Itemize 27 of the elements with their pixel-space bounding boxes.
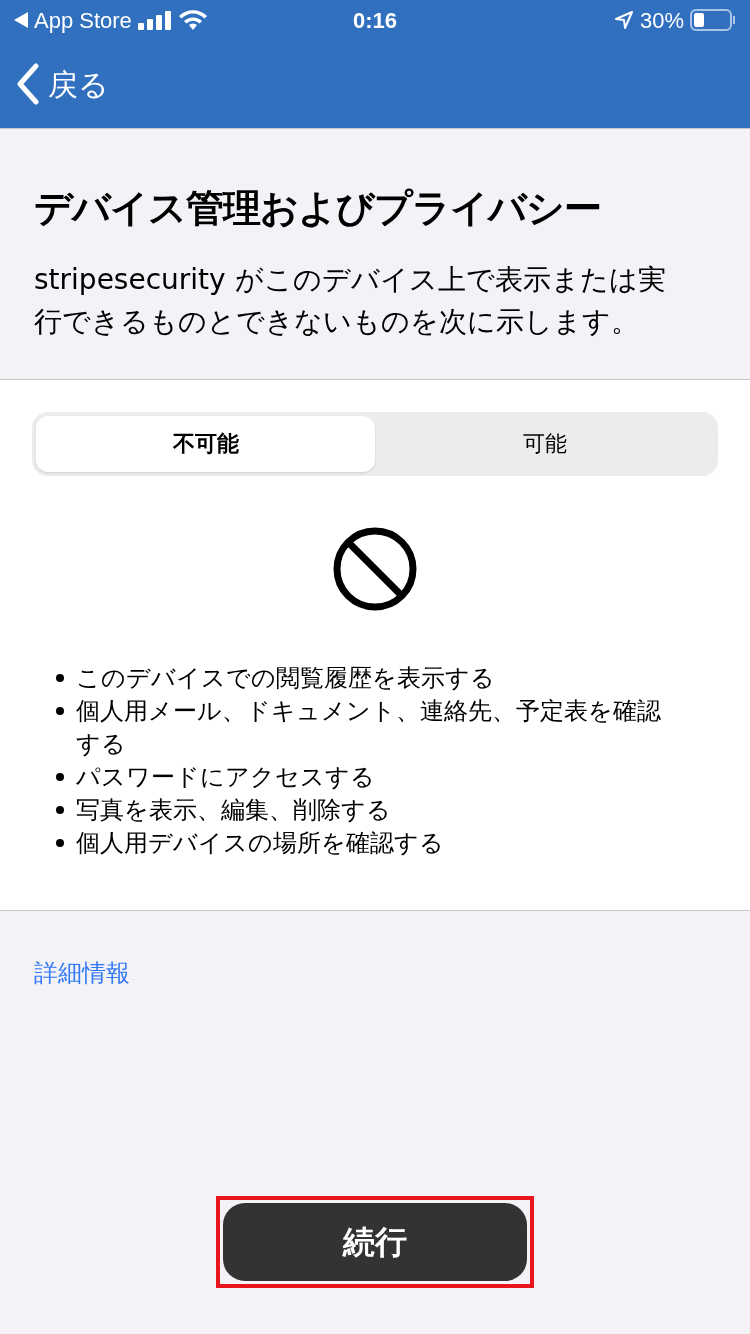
bullet-icon	[56, 674, 64, 682]
more-info-link[interactable]: 詳細情報	[34, 958, 130, 987]
bullet-icon	[56, 839, 64, 847]
signal-icon	[137, 10, 172, 30]
back-triangle-icon	[14, 12, 28, 28]
capability-item: 個人用メール、ドキュメント、連絡先、予定表を確認する	[76, 695, 662, 760]
capability-item: パスワードにアクセスする	[76, 761, 375, 793]
chevron-left-icon	[16, 63, 40, 105]
back-app-label[interactable]: App Store	[34, 3, 132, 37]
capability-item: このデバイスでの閲覧履歴を表示する	[76, 662, 495, 694]
capability-item: 個人用デバイスの場所を確認する	[76, 827, 444, 859]
clock-time: 0:16	[351, 6, 398, 35]
description-text: stripesecurity がこのデバイス上で表示または実行できるものとできないものを次に示します。	[34, 261, 667, 340]
capability-item: 写真を表示、編集、削除する	[76, 794, 391, 826]
battery-icon	[690, 9, 736, 31]
bullet-icon	[56, 773, 64, 781]
back-button[interactable]: 戻る	[16, 61, 109, 107]
bullet-icon	[56, 707, 64, 715]
prohibited-icon	[332, 525, 418, 612]
wifi-icon	[177, 9, 208, 31]
continue-button[interactable]: 続行	[223, 1203, 527, 1281]
battery-percent: 30%	[639, 6, 684, 35]
location-arrow-icon	[613, 10, 634, 30]
page-title: デバイス管理およびプライバシー	[34, 185, 602, 232]
segment-tab[interactable]: 可能	[375, 415, 714, 472]
segment-tab[interactable]: 不可能	[36, 415, 375, 472]
bullet-icon	[56, 806, 64, 814]
